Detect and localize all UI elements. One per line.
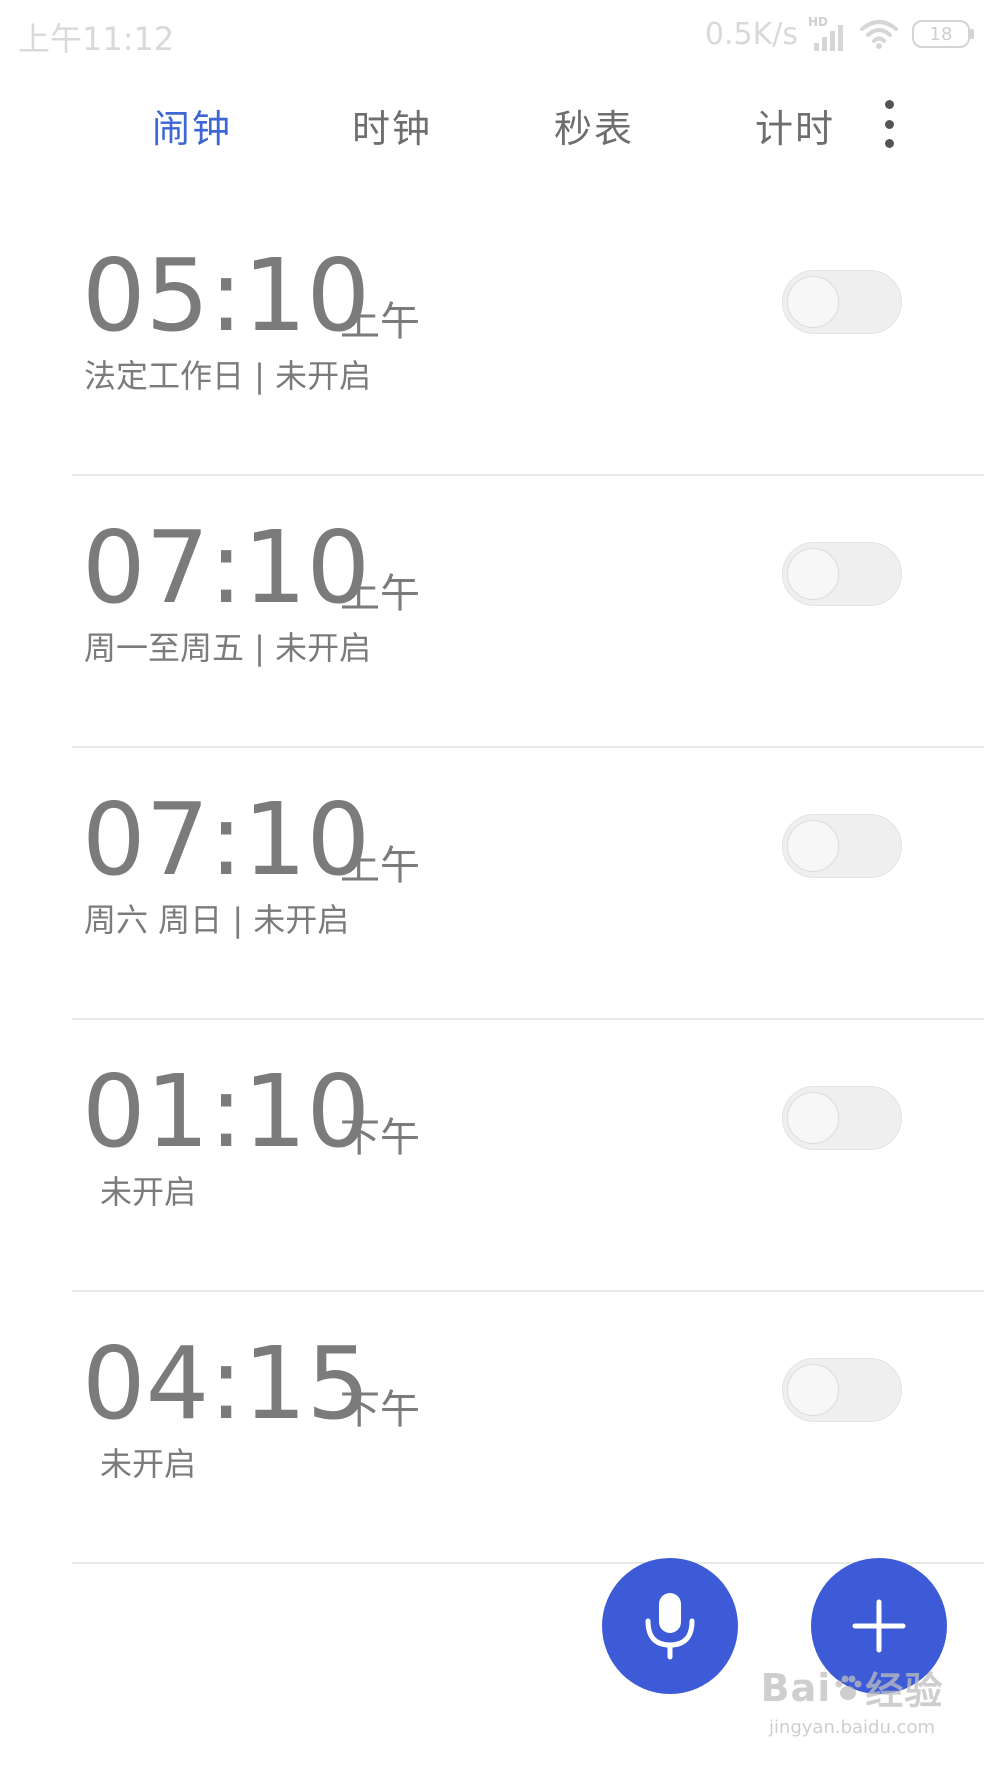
wifi-icon <box>860 20 898 49</box>
voice-alarm-button[interactable] <box>602 1558 738 1694</box>
alarm-toggle[interactable] <box>782 1358 902 1422</box>
tab-timer[interactable]: 计时 <box>755 98 835 153</box>
watermark-url: jingyan.baidu.com <box>768 1717 936 1738</box>
alarm-toggle[interactable] <box>782 1086 902 1150</box>
alarm-item[interactable]: 07:10 上午 周六 周日 | 未开启 <box>0 748 1000 1020</box>
tab-clock[interactable]: 时钟 <box>352 98 432 153</box>
alarm-toggle[interactable] <box>782 270 902 334</box>
battery-icon: 18 <box>912 20 974 48</box>
tab-alarm[interactable]: 闹钟 <box>152 98 232 153</box>
alarm-repeat-status: 周六 周日 | 未开启 <box>84 901 350 939</box>
alarm-toggle[interactable] <box>782 542 902 606</box>
plus-icon <box>852 1599 906 1653</box>
toggle-knob <box>787 1364 839 1416</box>
tab-stopwatch[interactable]: 秒表 <box>554 98 634 153</box>
alarm-period: 上午 <box>340 299 420 345</box>
alarm-time: 04:15 <box>82 1325 371 1442</box>
status-icons: 0.5K/s HD 18 <box>704 14 974 54</box>
alarm-repeat-status: 未开启 <box>100 1173 197 1211</box>
status-time: 上午11:12 <box>18 20 175 58</box>
toggle-knob <box>787 820 839 872</box>
more-options-icon[interactable] <box>874 100 904 148</box>
alarm-item[interactable]: 07:10 上午 周一至周五 | 未开启 <box>0 476 1000 748</box>
battery-level: 18 <box>929 23 953 45</box>
watermark-logo-left: Bai <box>760 1665 832 1710</box>
alarm-time: 01:10 <box>82 1053 371 1170</box>
alarm-time: 05:10 <box>82 237 371 354</box>
alarm-time: 07:10 <box>82 781 371 898</box>
status-bar: 上午11:12 0.5K/s HD 18 <box>0 0 1000 70</box>
alarm-repeat-status: 周一至周五 | 未开启 <box>84 629 372 667</box>
alarm-toggle[interactable] <box>782 814 902 878</box>
microphone-icon <box>645 1593 695 1660</box>
alarm-item[interactable]: 01:10 下午 未开启 <box>0 1020 1000 1292</box>
cellular-signal-icon: HD <box>808 15 848 51</box>
toggle-knob <box>787 1092 839 1144</box>
alarm-period: 下午 <box>340 1115 420 1161</box>
add-alarm-button[interactable] <box>811 1558 947 1694</box>
toggle-knob <box>787 548 839 600</box>
alarm-item[interactable]: 04:15 下午 未开启 <box>0 1292 1000 1564</box>
alarm-time: 07:10 <box>82 509 371 626</box>
alarm-repeat-status: 法定工作日 | 未开启 <box>84 357 372 395</box>
toggle-knob <box>787 276 839 328</box>
divider <box>72 1562 984 1564</box>
alarm-period: 上午 <box>340 843 420 889</box>
alarm-period: 下午 <box>340 1387 420 1433</box>
alarm-repeat-status: 未开启 <box>100 1445 197 1483</box>
alarm-period: 上午 <box>340 571 420 617</box>
alarm-item[interactable]: 05:10 上午 法定工作日 | 未开启 <box>0 204 1000 476</box>
network-speed: 0.5K/s <box>704 16 798 52</box>
